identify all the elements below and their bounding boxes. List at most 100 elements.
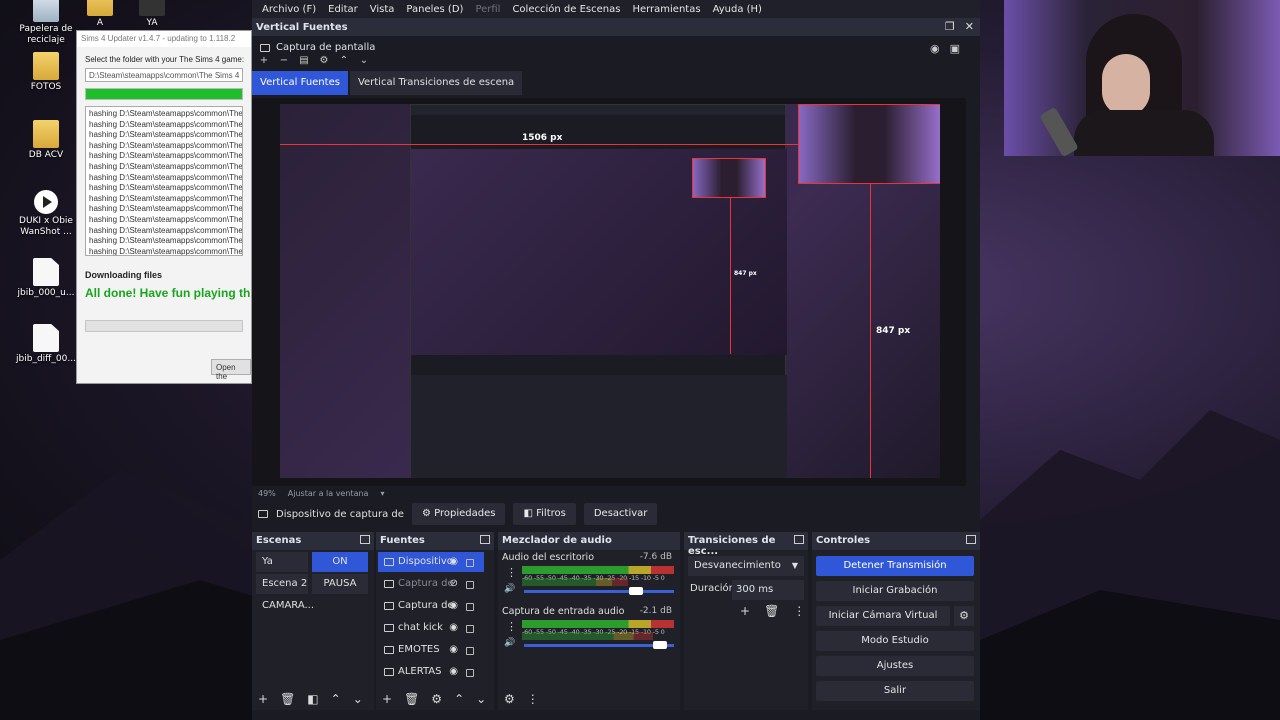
source-item[interactable]: EMOTES ◉ — [378, 640, 484, 660]
source-type-icon — [384, 646, 394, 654]
remove-icon[interactable]: − — [276, 55, 292, 67]
desktop-icon-jbib-diff-file[interactable]: jbib_diff_00... — [16, 324, 76, 365]
eye-icon[interactable]: ◉ — [930, 42, 940, 55]
trash-icon[interactable]: 🗑 — [764, 604, 779, 618]
lock-icon[interactable] — [466, 603, 474, 611]
desktop-icon-recycle-bin[interactable]: Papelera de reciclaje — [16, 0, 76, 46]
source-item[interactable]: chat kick ◉ — [378, 618, 484, 638]
filter-icon[interactable]: ◧ — [307, 692, 318, 706]
scene-item[interactable]: CAMARA... — [256, 596, 314, 616]
preview-area[interactable]: 1506 px 847 px 847 px — [252, 98, 966, 486]
move-down-icon[interactable]: ⌄ — [353, 692, 363, 706]
updater-open-button[interactable]: Open the — [211, 359, 251, 381]
properties-icon[interactable]: ▤ — [296, 55, 312, 67]
desktop-icon-jbib-file[interactable]: jbib_000_u... — [16, 258, 76, 299]
tab-vertical-fuentes[interactable]: Vertical Fuentes — [252, 71, 348, 95]
menu-item-7[interactable]: Ayuda (H) — [707, 4, 768, 15]
scene-on-button[interactable]: ON — [312, 552, 368, 572]
undock-icon[interactable] — [794, 535, 804, 544]
lock-icon[interactable] — [466, 625, 474, 633]
move-up-icon[interactable]: ⌃ — [331, 692, 341, 706]
undock-icon[interactable] — [360, 535, 370, 544]
lock-icon[interactable] — [466, 669, 474, 677]
eye-icon[interactable]: ◉ — [449, 640, 458, 660]
zoom-fit-select[interactable]: Ajustar a la ventana — [288, 489, 369, 498]
add-icon[interactable]: + — [256, 55, 272, 67]
trash-icon[interactable]: 🗑 — [404, 692, 419, 706]
menu-item-2[interactable]: Vista — [364, 4, 401, 15]
virtual-camera-settings-icon[interactable]: ⚙ — [954, 606, 974, 626]
scene-item[interactable]: Ya come... — [256, 552, 308, 587]
desktop-icon-folder-ya[interactable]: YA — [122, 0, 182, 29]
menu-item-4[interactable]: Perfil — [469, 4, 506, 15]
transition-select[interactable]: Desvanecimiento ▼ — [688, 556, 804, 576]
lock-icon[interactable] — [466, 559, 474, 567]
more-icon[interactable]: ⋮ — [506, 620, 517, 633]
tab-vertical-transiciones[interactable]: Vertical Transiciones de escena — [349, 71, 523, 95]
settings-button[interactable]: Ajustes — [816, 656, 974, 676]
more-icon[interactable]: ⋮ — [506, 566, 517, 579]
menu-item-5[interactable]: Colección de Escenas — [506, 4, 626, 15]
desktop-icon-db-acv[interactable]: DB ACV — [16, 120, 76, 161]
studio-mode-button[interactable]: Modo Estudio — [816, 631, 974, 651]
eye-icon[interactable]: ◉ — [449, 662, 458, 682]
controls-dock: Controles Detener Transmisión Iniciar Gr… — [812, 532, 980, 710]
more-icon[interactable]: ⋮ — [527, 692, 539, 706]
source-item[interactable]: ALERTAS ◉ — [378, 662, 484, 682]
undock-icon[interactable] — [480, 535, 490, 544]
scene-pause-button[interactable]: PAUSA — [312, 574, 368, 594]
speaker-icon[interactable]: 🔊 — [504, 584, 515, 594]
volume-slider[interactable] — [524, 587, 674, 595]
menu-item-3[interactable]: Paneles (D) — [400, 4, 469, 15]
move-down-icon[interactable]: ⌄ — [356, 55, 372, 67]
menu-item-6[interactable]: Herramientas — [626, 4, 706, 15]
filters-button[interactable]: ◧ Filtros — [513, 503, 576, 525]
scene-item[interactable]: Escena 2 — [256, 574, 308, 594]
close-icon[interactable]: ✕ — [965, 20, 974, 33]
speaker-icon[interactable]: 🔊 — [504, 638, 515, 648]
add-icon[interactable]: + — [258, 692, 268, 706]
properties-button[interactable]: ⚙ Propiedades — [412, 503, 506, 525]
undock-icon[interactable]: ❐ — [945, 20, 955, 33]
undock-icon[interactable] — [966, 535, 976, 544]
source-item[interactable]: Dispositivo ◉ — [378, 552, 484, 572]
deactivate-button[interactable]: Desactivar — [583, 503, 658, 525]
lock-icon[interactable] — [466, 581, 474, 589]
trash-icon[interactable]: 🗑 — [280, 692, 295, 706]
desktop-icon-folder-a[interactable]: A — [70, 0, 130, 29]
eye-icon[interactable]: ◉ — [449, 596, 458, 616]
start-recording-button[interactable]: Iniciar Grabación — [816, 581, 974, 601]
desktop-icon-duki-video[interactable]: DUKI x Obie WanShot ... — [16, 190, 76, 238]
volume-slider[interactable] — [524, 641, 674, 649]
source-item[interactable]: Captura de ◉ — [378, 596, 484, 616]
add-icon[interactable]: + — [382, 692, 392, 706]
chevron-down-icon[interactable]: ▾ — [380, 489, 384, 498]
updater-titlebar: Sims 4 Updater v1.4.7 - updating to 1.11… — [77, 31, 251, 47]
move-down-icon[interactable]: ⌄ — [476, 692, 486, 706]
menu-item-1[interactable]: Editar — [322, 4, 364, 15]
exit-button[interactable]: Salir — [816, 681, 974, 701]
desktop-icon-fotos[interactable]: FOTOS — [16, 52, 76, 93]
add-icon[interactable]: + — [740, 604, 750, 618]
lock-icon[interactable] — [466, 647, 474, 655]
eye-hidden-icon[interactable]: ⊘ — [450, 574, 458, 594]
stop-streaming-button[interactable]: Detener Transmisión — [816, 556, 974, 576]
volume-meter-level — [522, 632, 653, 640]
start-virtual-camera-button[interactable]: Iniciar Cámara Virtual — [816, 606, 950, 626]
updater-path-input[interactable]: D:\Steam\steamapps\common\The Sims 4 — [85, 68, 243, 82]
menu-item-0[interactable]: Archivo (F) — [256, 4, 322, 15]
volume-slider-knob[interactable] — [629, 587, 643, 595]
more-icon[interactable]: ⋮ — [793, 604, 805, 618]
duration-input[interactable]: 300 ms — [732, 580, 804, 600]
volume-slider-knob[interactable] — [653, 641, 667, 649]
move-up-icon[interactable]: ⌃ — [454, 692, 464, 706]
gear-icon[interactable]: ⚙ — [316, 55, 332, 67]
gear-icon[interactable]: ⚙ — [431, 692, 442, 706]
zoom-percent: 49% — [258, 488, 276, 498]
eye-icon[interactable]: ◉ — [449, 552, 458, 572]
lock-icon[interactable]: ▣ — [950, 42, 960, 55]
move-up-icon[interactable]: ⌃ — [336, 55, 352, 67]
eye-icon[interactable]: ◉ — [449, 618, 458, 638]
source-item[interactable]: Captura de ⊘ — [378, 574, 484, 594]
gear-icon[interactable]: ⚙ — [504, 692, 515, 706]
